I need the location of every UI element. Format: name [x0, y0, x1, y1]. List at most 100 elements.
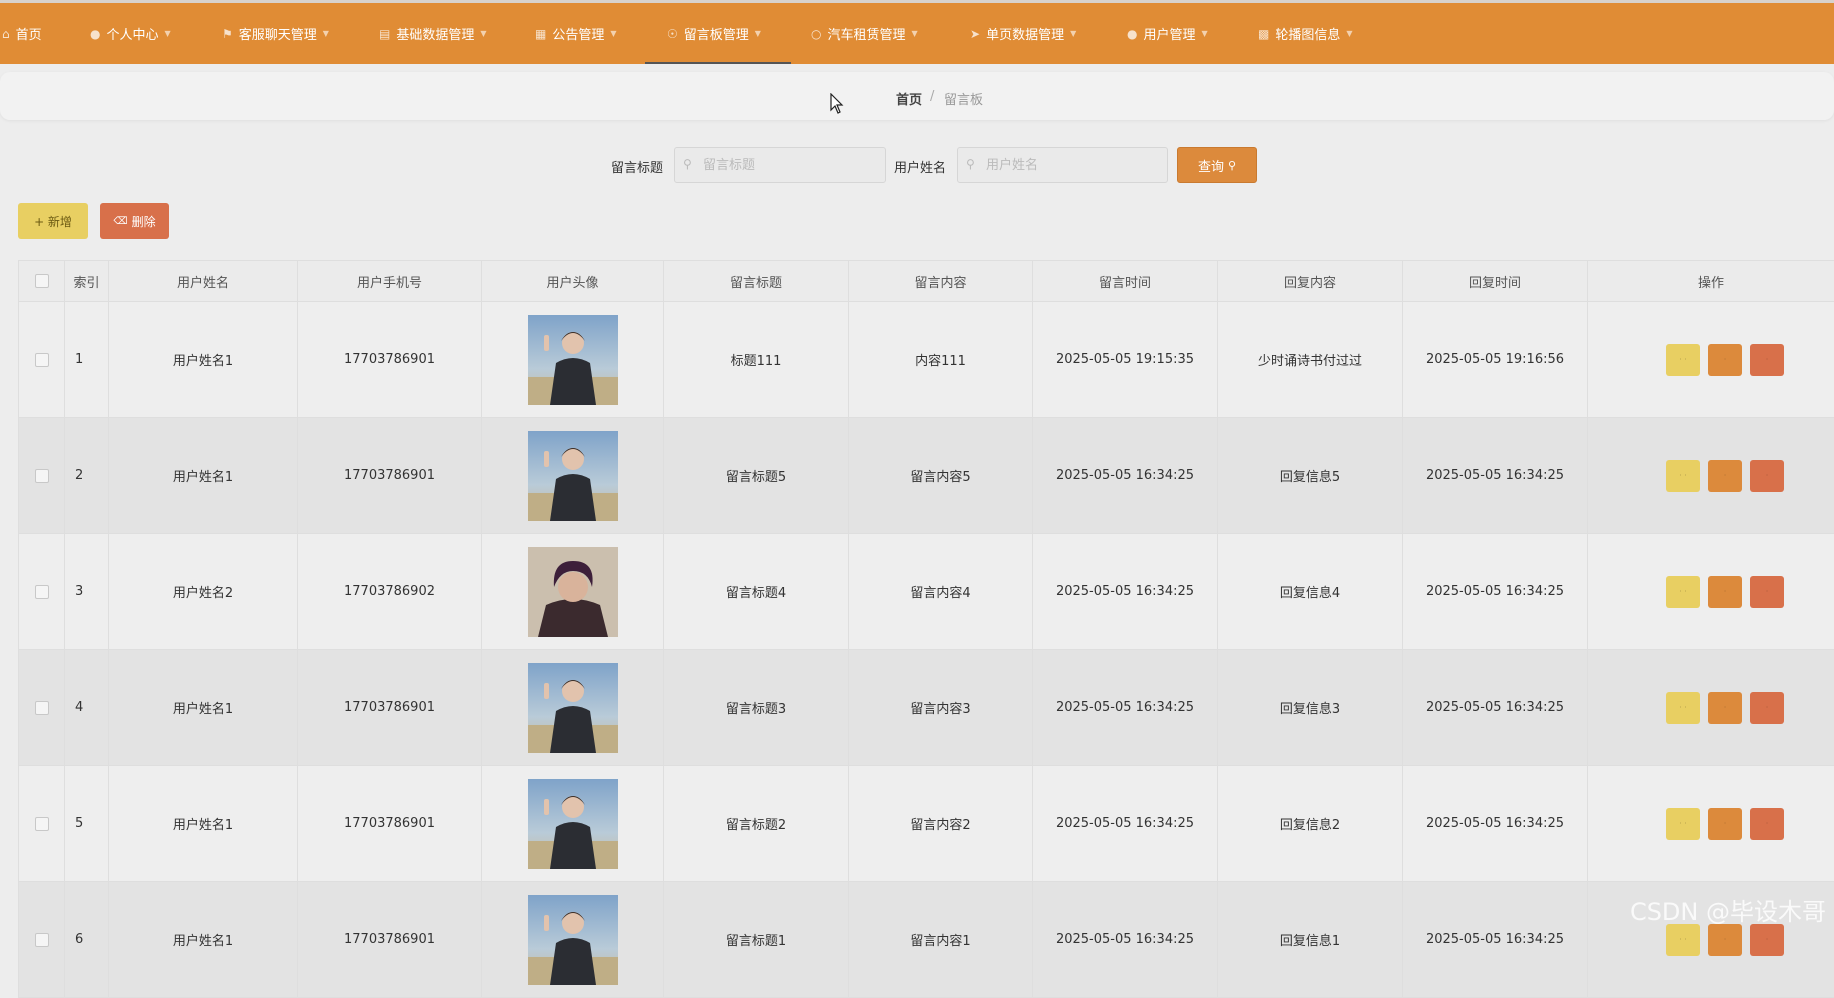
delete-row-button[interactable]: · [1750, 692, 1784, 724]
nav-item-basic-data[interactable]: ▤ 基础数据管理 ▼ [379, 3, 487, 64]
add-button[interactable]: + 新增 [18, 203, 88, 239]
detail-button[interactable]: · · [1666, 692, 1700, 724]
cell-content: 留言内容3 [849, 650, 1033, 766]
username-search-input[interactable] [957, 147, 1168, 183]
delete-row-button[interactable]: · [1750, 924, 1784, 956]
delete-button[interactable]: ⌫ 删除 [100, 203, 169, 239]
nav-item-user-management[interactable]: ● 用户管理 ▼ [1127, 3, 1208, 64]
row-checkbox[interactable] [19, 882, 65, 998]
table-row: 3用户姓名217703786902留言标题4留言内容42025-05-05 16… [19, 534, 1834, 650]
cell-index: 1 [65, 302, 109, 418]
chevron-down-icon: ▼ [610, 29, 616, 38]
nav-item-label: 轮播图信息 [1275, 24, 1340, 43]
stack-icon: ▤ [379, 27, 390, 41]
trash-icon: ⌫ [113, 216, 127, 227]
header-actions: 操作 [1588, 261, 1834, 302]
edit-button[interactable]: · [1708, 460, 1742, 492]
nav-item-message-board[interactable]: ☉ 留言板管理 ▼ [667, 3, 761, 64]
cell-reply: 回复信息4 [1218, 534, 1403, 650]
edit-button[interactable]: · [1708, 808, 1742, 840]
header-content: 留言内容 [849, 261, 1033, 302]
chevron-down-icon: ▼ [480, 29, 486, 38]
search-button[interactable]: 查询 ⚲ [1177, 147, 1257, 183]
nav-item-home[interactable]: ⌂ 首页 [2, 3, 42, 64]
send-icon: ➤ [970, 27, 980, 41]
flag-icon: ⚑ [222, 27, 233, 41]
header-phone: 用户手机号 [298, 261, 482, 302]
cell-phone: 17703786902 [298, 534, 482, 650]
detail-button[interactable]: · · [1666, 344, 1700, 376]
header-reply: 回复内容 [1218, 261, 1403, 302]
breadcrumb-home[interactable]: 首页 [896, 89, 922, 108]
delete-button-label: 删除 [132, 213, 156, 230]
row-checkbox[interactable] [19, 534, 65, 650]
header-reply-time: 回复时间 [1403, 261, 1588, 302]
row-checkbox[interactable] [19, 418, 65, 534]
cell-avatar [482, 650, 664, 766]
breadcrumb: 首页 / 留言板 [0, 72, 1834, 120]
cell-username: 用户姓名1 [109, 302, 298, 418]
nav-item-chat-management[interactable]: ⚑ 客服聊天管理 ▼ [222, 3, 329, 64]
cell-title: 标题111 [664, 302, 849, 418]
nav-item-single-page[interactable]: ➤ 单页数据管理 ▼ [970, 3, 1076, 64]
chevron-down-icon: ▼ [1346, 29, 1352, 38]
row-checkbox[interactable] [19, 302, 65, 418]
table-row: 5用户姓名117703786901留言标题2留言内容22025-05-05 16… [19, 766, 1834, 882]
bar-chart-icon: ▩ [1258, 27, 1269, 41]
cell-content: 留言内容4 [849, 534, 1033, 650]
detail-button[interactable]: · · [1666, 808, 1700, 840]
delete-row-button[interactable]: · [1750, 460, 1784, 492]
header-username: 用户姓名 [109, 261, 298, 302]
nav-item-notice[interactable]: ▦ 公告管理 ▼ [535, 3, 617, 64]
select-all-checkbox[interactable] [19, 261, 65, 302]
cell-index: 5 [65, 766, 109, 882]
table-header-row: 索引 用户姓名 用户手机号 用户头像 留言标题 留言内容 留言时间 回复内容 回… [19, 261, 1834, 302]
search-icon: ⚲ [966, 157, 975, 171]
cell-content: 留言内容2 [849, 766, 1033, 882]
cell-actions: · ··· [1588, 650, 1834, 766]
title-search-label: 留言标题 [611, 157, 663, 176]
delete-row-button[interactable]: · [1750, 576, 1784, 608]
edit-button[interactable]: · [1708, 576, 1742, 608]
detail-button[interactable]: · · [1666, 460, 1700, 492]
user-avatar-image [528, 315, 618, 405]
detail-button[interactable]: · · [1666, 576, 1700, 608]
delete-row-button[interactable]: · [1750, 344, 1784, 376]
table-row: 4用户姓名117703786901留言标题3留言内容32025-05-05 16… [19, 650, 1834, 766]
nav-item-carousel[interactable]: ▩ 轮播图信息 ▼ [1258, 3, 1353, 64]
user-avatar-image [528, 547, 618, 637]
chevron-down-icon: ▼ [323, 29, 329, 38]
edit-button[interactable]: · [1708, 344, 1742, 376]
user-avatar-image [528, 431, 618, 521]
top-nav-bar: ⌂ 首页 ● 个人中心 ▼ ⚑ 客服聊天管理 ▼ ▤ 基础数据管理 ▼ ▦ 公告… [0, 0, 1834, 64]
title-search-input[interactable] [674, 147, 886, 183]
chevron-down-icon: ▼ [1070, 29, 1076, 38]
edit-button[interactable]: · [1708, 924, 1742, 956]
table-row: 2用户姓名117703786901留言标题5留言内容52025-05-05 16… [19, 418, 1834, 534]
nav-item-personal-center[interactable]: ● 个人中心 ▼ [90, 3, 171, 64]
cell-content: 留言内容1 [849, 882, 1033, 998]
header-avatar: 用户头像 [482, 261, 664, 302]
delete-row-button[interactable]: · [1750, 808, 1784, 840]
cell-reply-time: 2025-05-05 16:34:25 [1403, 418, 1588, 534]
cell-reply-time: 2025-05-05 19:16:56 [1403, 302, 1588, 418]
cell-phone: 17703786901 [298, 766, 482, 882]
edit-button[interactable]: · [1708, 692, 1742, 724]
detail-button[interactable]: · · [1666, 924, 1700, 956]
cell-index: 2 [65, 418, 109, 534]
nav-item-label: 汽车租赁管理 [827, 24, 905, 43]
cell-message-time: 2025-05-05 16:34:25 [1033, 534, 1218, 650]
cell-title: 留言标题5 [664, 418, 849, 534]
cell-avatar [482, 418, 664, 534]
cell-username: 用户姓名2 [109, 534, 298, 650]
cell-reply-time: 2025-05-05 16:34:25 [1403, 534, 1588, 650]
cell-actions: · ··· [1588, 766, 1834, 882]
breadcrumb-separator: / [930, 89, 934, 104]
person-icon: ● [1127, 27, 1137, 41]
cell-avatar [482, 534, 664, 650]
row-checkbox[interactable] [19, 766, 65, 882]
row-checkbox[interactable] [19, 650, 65, 766]
cell-reply-time: 2025-05-05 16:34:25 [1403, 650, 1588, 766]
nav-item-car-rental[interactable]: ○ 汽车租赁管理 ▼ [811, 3, 918, 64]
cell-reply-time: 2025-05-05 16:34:25 [1403, 882, 1588, 998]
